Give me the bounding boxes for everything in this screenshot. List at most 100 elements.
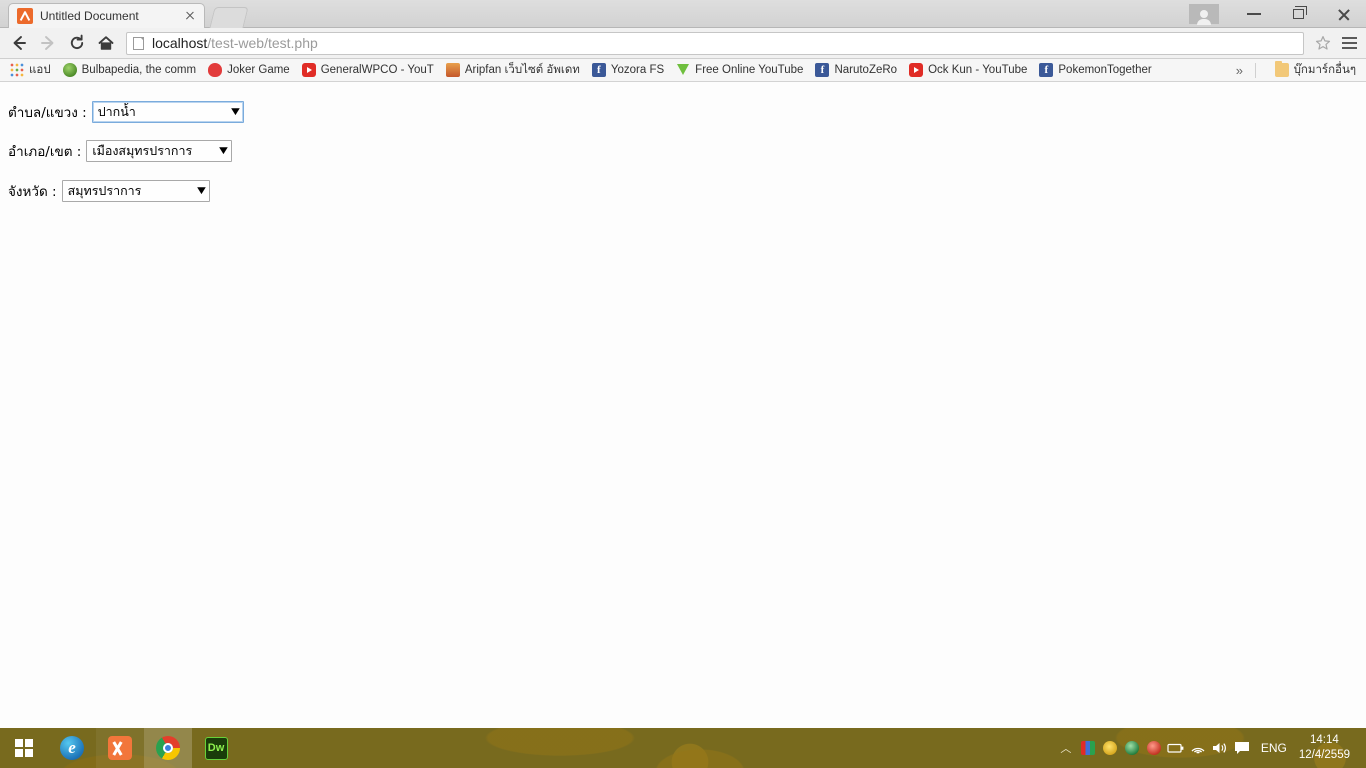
joker-game-icon bbox=[208, 63, 223, 77]
window-controls bbox=[1189, 0, 1366, 28]
chrome-taskbar-icon[interactable] bbox=[144, 728, 192, 768]
bookmark-label: Ock Kun - YouTube bbox=[928, 64, 1028, 76]
bookmark-label: Aripfan เว็บไซต์ อัพเดท bbox=[464, 64, 580, 76]
page-document-icon bbox=[133, 36, 144, 50]
xampp-taskbar-icon[interactable] bbox=[96, 728, 144, 768]
forward-button bbox=[33, 29, 62, 58]
url-path: /test-web/test.php bbox=[207, 35, 318, 51]
chevron-down-icon: ▼ bbox=[196, 186, 206, 196]
clock-date: 12/4/2559 bbox=[1298, 749, 1350, 761]
tray-yellow-icon[interactable] bbox=[1099, 728, 1121, 768]
dreamweaver-taskbar-icon[interactable]: Dw bbox=[192, 728, 240, 768]
bookmarks-separator bbox=[1255, 63, 1256, 78]
xampp-icon bbox=[17, 8, 33, 24]
bookmark-label: Free Online YouTube bbox=[695, 64, 804, 76]
wifi-icon[interactable] bbox=[1187, 728, 1209, 768]
browser-toolbar: localhost/test-web/test.php bbox=[0, 28, 1366, 59]
chevron-down-icon: ▼ bbox=[230, 107, 240, 117]
tab-strip: Untitled Document bbox=[0, 0, 1366, 28]
hamburger-menu-icon bbox=[1341, 37, 1357, 39]
tray-red-icon[interactable] bbox=[1143, 728, 1165, 768]
close-tab-icon[interactable] bbox=[182, 8, 198, 24]
back-arrow-icon bbox=[13, 36, 26, 50]
bookmark-narutozero[interactable]: f NarutoZeRo bbox=[809, 60, 903, 80]
maximize-button[interactable] bbox=[1276, 0, 1321, 28]
close-icon bbox=[1337, 7, 1351, 21]
new-tab-button[interactable] bbox=[209, 7, 249, 28]
facebook-icon: f bbox=[815, 63, 830, 77]
volume-icon[interactable] bbox=[1209, 728, 1231, 768]
bookmark-pokemontogether[interactable]: f PokemonTogether bbox=[1033, 60, 1157, 80]
bookmark-label: Bulbapedia, the comm bbox=[81, 64, 197, 76]
chevron-down-icon: ▼ bbox=[219, 146, 229, 156]
action-center-icon[interactable] bbox=[1231, 728, 1253, 768]
bookmark-label: Yozora FS bbox=[610, 64, 665, 76]
profile-avatar-icon[interactable] bbox=[1189, 4, 1219, 25]
select-amphoe-value: เมืองสมุทรปราการ bbox=[92, 143, 193, 158]
select-tambon[interactable]: ปากน้ำ ▼ bbox=[91, 101, 244, 123]
bookmark-star-icon[interactable] bbox=[1310, 30, 1336, 56]
tab-untitled-document[interactable]: Untitled Document bbox=[8, 3, 205, 28]
home-button[interactable] bbox=[91, 29, 120, 58]
bookmarks-bar: แอป Bulbapedia, the comm Joker Game Gene… bbox=[0, 59, 1366, 82]
bookmark-label: PokemonTogether bbox=[1058, 64, 1152, 76]
edge-taskbar-icon[interactable] bbox=[48, 728, 96, 768]
youtube-icon bbox=[909, 63, 924, 77]
youtube-icon bbox=[301, 63, 316, 77]
select-amphoe[interactable]: เมืองสมุทรปราการ ▼ bbox=[86, 140, 233, 162]
form-row-amphoe: อำเภอ/เขต : เมืองสมุทรปราการ ▼ bbox=[0, 140, 1366, 162]
start-button[interactable] bbox=[0, 728, 48, 768]
tray-colorbars-icon[interactable] bbox=[1077, 728, 1099, 768]
select-province-value: สมุทรปราการ bbox=[67, 183, 142, 198]
url-text: localhost/test-web/test.php bbox=[152, 35, 318, 51]
bookmark-label: แอป bbox=[29, 64, 51, 76]
form-row-province: จังหวัด : สมุทรปราการ ▼ bbox=[0, 180, 1366, 202]
edge-icon bbox=[60, 736, 84, 760]
xampp-icon bbox=[108, 736, 132, 760]
label-amphoe: อำเภอ/เขต : bbox=[8, 144, 82, 160]
battery-icon[interactable] bbox=[1165, 728, 1187, 768]
bookmark-free-online-youtube[interactable]: Free Online YouTube bbox=[670, 60, 809, 80]
bookmark-joker-game[interactable]: Joker Game bbox=[202, 60, 296, 80]
apps-grid-icon bbox=[10, 63, 24, 77]
label-province: จังหวัด : bbox=[8, 184, 57, 200]
minimize-button[interactable] bbox=[1231, 0, 1276, 28]
bookmark-label: GeneralWPCO - YouT bbox=[320, 64, 434, 76]
bookmark-generalwpco[interactable]: GeneralWPCO - YouT bbox=[296, 60, 440, 80]
url-host: localhost bbox=[152, 35, 208, 51]
person-icon bbox=[1197, 10, 1211, 25]
other-bookmarks-button[interactable]: บุ๊กมาร์กอื่นๆ bbox=[1269, 60, 1362, 80]
tray-expand-chevron-icon[interactable]: ︿ bbox=[1055, 728, 1077, 768]
bookmarks-overflow-button[interactable]: » bbox=[1230, 63, 1248, 78]
select-tambon-value: ปากน้ำ bbox=[97, 104, 136, 119]
close-window-button[interactable] bbox=[1321, 0, 1366, 28]
minimize-icon bbox=[1246, 13, 1261, 15]
dreamweaver-icon: Dw bbox=[204, 736, 228, 760]
taskbar-app-list: Dw bbox=[0, 728, 240, 768]
facebook-icon: f bbox=[1039, 63, 1054, 77]
bookmark-ock-kun[interactable]: Ock Kun - YouTube bbox=[903, 60, 1033, 80]
back-button[interactable] bbox=[4, 29, 33, 58]
bookmark-yozora-fs[interactable]: f Yozora FS bbox=[586, 60, 670, 80]
chrome-menu-button[interactable] bbox=[1336, 30, 1362, 56]
bookmark-label: Joker Game bbox=[227, 64, 290, 76]
windows-taskbar: Dw ︿ bbox=[0, 728, 1366, 768]
clock[interactable]: 14:14 12/4/2559 bbox=[1295, 733, 1360, 763]
facebook-icon: f bbox=[591, 63, 606, 77]
bulbapedia-icon bbox=[62, 63, 77, 77]
maximize-icon bbox=[1293, 6, 1307, 19]
page-viewport: ตำบล/แขวง : ปากน้ำ ▼ อำเภอ/เขต : เมืองสม… bbox=[0, 85, 1366, 728]
address-bar[interactable]: localhost/test-web/test.php bbox=[126, 31, 1304, 55]
bookmark-apps[interactable]: แอป bbox=[4, 60, 57, 80]
reload-button[interactable] bbox=[62, 29, 91, 58]
tray-green-icon[interactable] bbox=[1121, 728, 1143, 768]
reload-icon bbox=[70, 34, 83, 50]
clock-time: 14:14 bbox=[1310, 734, 1339, 746]
select-province[interactable]: สมุทรปราการ ▼ bbox=[61, 180, 210, 202]
bookmark-aripfan[interactable]: Aripfan เว็บไซต์ อัพเดท bbox=[440, 60, 586, 80]
chrome-icon bbox=[156, 736, 180, 760]
form-row-tambon: ตำบล/แขวง : ปากน้ำ ▼ bbox=[0, 101, 1366, 123]
language-indicator[interactable]: ENG bbox=[1253, 741, 1295, 755]
aripfan-icon bbox=[445, 63, 460, 77]
bookmark-bulbapedia[interactable]: Bulbapedia, the comm bbox=[57, 60, 202, 80]
